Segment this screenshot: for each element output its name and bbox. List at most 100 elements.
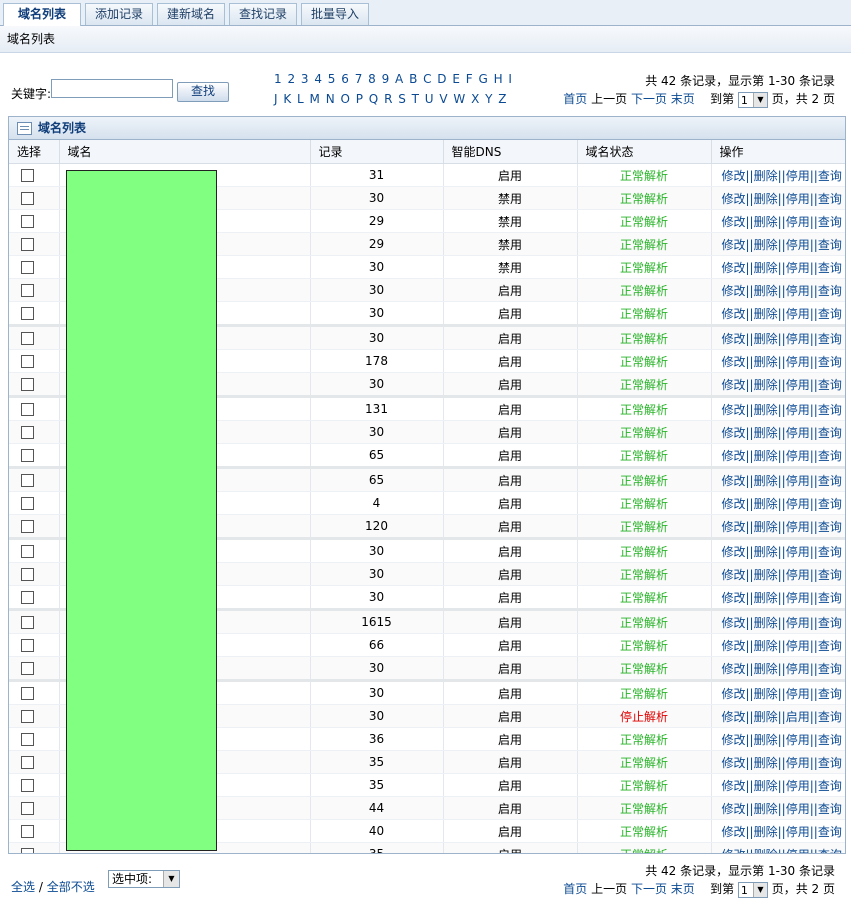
delete-link[interactable]: 删除 <box>754 215 778 229</box>
delete-link[interactable]: 删除 <box>754 687 778 701</box>
edit-link[interactable]: 修改 <box>722 756 746 770</box>
pager-next-link[interactable]: 下一页 <box>631 882 667 896</box>
select-all-link[interactable]: 全选 <box>11 880 35 894</box>
tab-add-record[interactable]: 添加记录 <box>85 3 153 25</box>
delete-link[interactable]: 删除 <box>754 756 778 770</box>
pager-first-link[interactable]: 首页 <box>563 92 587 106</box>
toggle-link[interactable]: 停用 <box>786 520 810 534</box>
row-checkbox[interactable] <box>21 474 34 487</box>
tab-batch-import[interactable]: 批量导入 <box>301 3 369 25</box>
delete-link[interactable]: 删除 <box>754 520 778 534</box>
delete-link[interactable]: 删除 <box>754 591 778 605</box>
query-link[interactable]: 查询 <box>818 710 842 724</box>
toggle-link[interactable]: 启用 <box>786 710 810 724</box>
pager-last-link[interactable]: 末页 <box>671 92 695 106</box>
toggle-link[interactable]: 停用 <box>786 192 810 206</box>
toggle-link[interactable]: 停用 <box>786 733 810 747</box>
bulk-action-select[interactable]: 选中项: ▼ <box>108 870 180 888</box>
edit-link[interactable]: 修改 <box>722 568 746 582</box>
delete-link[interactable]: 删除 <box>754 307 778 321</box>
row-checkbox[interactable] <box>21 733 34 746</box>
query-link[interactable]: 查询 <box>818 756 842 770</box>
toggle-link[interactable]: 停用 <box>786 825 810 839</box>
tab-domain-list[interactable]: 域名列表 <box>3 3 81 26</box>
edit-link[interactable]: 修改 <box>722 238 746 252</box>
toggle-link[interactable]: 停用 <box>786 687 810 701</box>
row-checkbox[interactable] <box>21 568 34 581</box>
delete-link[interactable]: 删除 <box>754 662 778 676</box>
delete-link[interactable]: 删除 <box>754 848 778 854</box>
delete-link[interactable]: 删除 <box>754 639 778 653</box>
delete-link[interactable]: 删除 <box>754 825 778 839</box>
toggle-link[interactable]: 停用 <box>786 662 810 676</box>
edit-link[interactable]: 修改 <box>722 687 746 701</box>
toggle-link[interactable]: 停用 <box>786 378 810 392</box>
row-checkbox[interactable] <box>21 192 34 205</box>
toggle-link[interactable]: 停用 <box>786 497 810 511</box>
edit-link[interactable]: 修改 <box>722 215 746 229</box>
query-link[interactable]: 查询 <box>818 639 842 653</box>
query-link[interactable]: 查询 <box>818 426 842 440</box>
query-link[interactable]: 查询 <box>818 169 842 183</box>
edit-link[interactable]: 修改 <box>722 591 746 605</box>
edit-link[interactable]: 修改 <box>722 639 746 653</box>
delete-link[interactable]: 删除 <box>754 284 778 298</box>
edit-link[interactable]: 修改 <box>722 733 746 747</box>
query-link[interactable]: 查询 <box>818 545 842 559</box>
toggle-link[interactable]: 停用 <box>786 169 810 183</box>
row-checkbox[interactable] <box>21 616 34 629</box>
query-link[interactable]: 查询 <box>818 403 842 417</box>
row-checkbox[interactable] <box>21 848 34 853</box>
row-checkbox[interactable] <box>21 545 34 558</box>
edit-link[interactable]: 修改 <box>722 825 746 839</box>
delete-link[interactable]: 删除 <box>754 616 778 630</box>
tab-new-domain[interactable]: 建新域名 <box>157 3 225 25</box>
edit-link[interactable]: 修改 <box>722 779 746 793</box>
delete-link[interactable]: 删除 <box>754 238 778 252</box>
toggle-link[interactable]: 停用 <box>786 284 810 298</box>
row-checkbox[interactable] <box>21 307 34 320</box>
toggle-link[interactable]: 停用 <box>786 426 810 440</box>
edit-link[interactable]: 修改 <box>722 802 746 816</box>
query-link[interactable]: 查询 <box>818 355 842 369</box>
query-link[interactable]: 查询 <box>818 520 842 534</box>
query-link[interactable]: 查询 <box>818 261 842 275</box>
query-link[interactable]: 查询 <box>818 238 842 252</box>
letter-filter-row-1[interactable]: 1 2 3 4 5 6 7 8 9 A B C D E F G H I <box>274 72 513 86</box>
row-checkbox[interactable] <box>21 449 34 462</box>
row-checkbox[interactable] <box>21 825 34 838</box>
delete-link[interactable]: 删除 <box>754 403 778 417</box>
toggle-link[interactable]: 停用 <box>786 449 810 463</box>
toggle-link[interactable]: 停用 <box>786 355 810 369</box>
toggle-link[interactable]: 停用 <box>786 779 810 793</box>
tab-find-record[interactable]: 查找记录 <box>229 3 297 25</box>
query-link[interactable]: 查询 <box>818 284 842 298</box>
query-link[interactable]: 查询 <box>818 848 842 854</box>
query-link[interactable]: 查询 <box>818 215 842 229</box>
row-checkbox[interactable] <box>21 238 34 251</box>
edit-link[interactable]: 修改 <box>722 545 746 559</box>
toggle-link[interactable]: 停用 <box>786 238 810 252</box>
query-link[interactable]: 查询 <box>818 474 842 488</box>
delete-link[interactable]: 删除 <box>754 426 778 440</box>
delete-link[interactable]: 删除 <box>754 378 778 392</box>
toggle-link[interactable]: 停用 <box>786 591 810 605</box>
toggle-link[interactable]: 停用 <box>786 403 810 417</box>
query-link[interactable]: 查询 <box>818 332 842 346</box>
edit-link[interactable]: 修改 <box>722 169 746 183</box>
edit-link[interactable]: 修改 <box>722 474 746 488</box>
query-link[interactable]: 查询 <box>818 825 842 839</box>
edit-link[interactable]: 修改 <box>722 449 746 463</box>
query-link[interactable]: 查询 <box>818 497 842 511</box>
row-checkbox[interactable] <box>21 802 34 815</box>
letter-filter-row-2[interactable]: J K L M N O P Q R S T U V W X Y Z <box>274 92 508 106</box>
query-link[interactable]: 查询 <box>818 378 842 392</box>
row-checkbox[interactable] <box>21 639 34 652</box>
delete-link[interactable]: 删除 <box>754 497 778 511</box>
search-button[interactable]: 查找 <box>177 82 229 102</box>
delete-link[interactable]: 删除 <box>754 192 778 206</box>
pager-next-link[interactable]: 下一页 <box>631 92 667 106</box>
delete-link[interactable]: 删除 <box>754 710 778 724</box>
query-link[interactable]: 查询 <box>818 449 842 463</box>
edit-link[interactable]: 修改 <box>722 261 746 275</box>
